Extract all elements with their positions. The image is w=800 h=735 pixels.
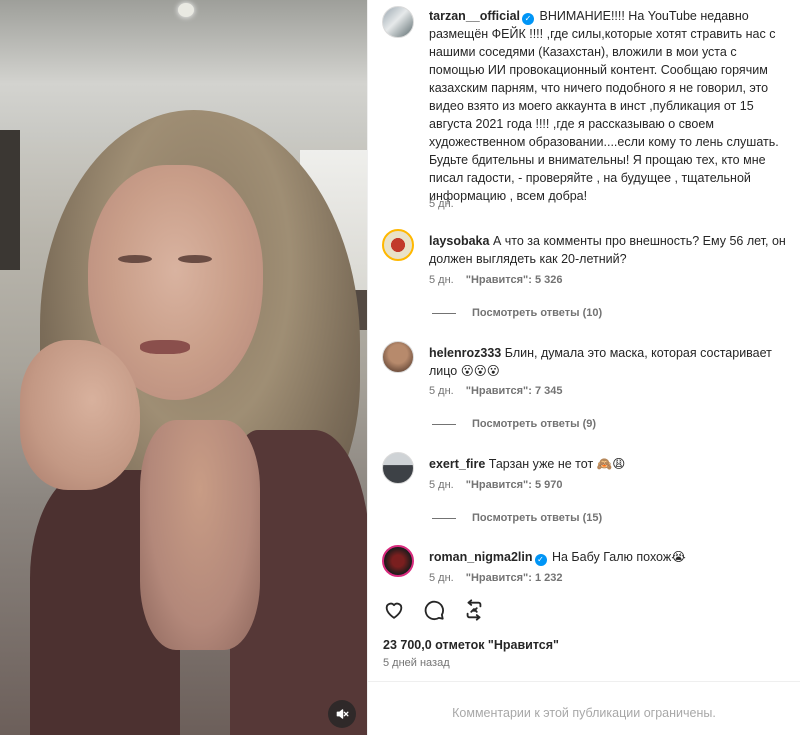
verified-badge-icon: ✓ (534, 554, 547, 566)
verified-badge-icon: ✓ (522, 13, 535, 25)
comment-username[interactable]: exert_fire (429, 457, 485, 471)
comment-time: 5 дн. (429, 274, 454, 286)
media-hand (20, 340, 140, 490)
view-replies-button[interactable]: Посмотреть ответы (10) (432, 307, 602, 319)
author-avatar[interactable] (382, 6, 414, 38)
comment-text: На Бабу Галю похож😭 (551, 550, 686, 564)
comment-icon (424, 600, 444, 621)
heart-icon (385, 602, 403, 619)
comment: laysobaka А что за комменты про внешност… (429, 232, 791, 268)
mute-button[interactable] (328, 700, 356, 728)
caption-text: ВНИМАНИЕ!!!! На YouTube недавно размещён… (429, 9, 779, 203)
repost-button[interactable] (462, 598, 486, 622)
comment-time: 5 дн. (429, 572, 454, 584)
commenter-avatar[interactable] (382, 341, 414, 373)
speaker-muted-icon (336, 709, 349, 719)
comment-time: 5 дн. (429, 385, 454, 397)
comment-username[interactable]: roman_nigma2lin (429, 550, 533, 564)
commenter-avatar[interactable] (382, 452, 414, 484)
media-mouth (140, 340, 190, 354)
comment-meta: 5 дн. "Нравится": 1 232 (429, 572, 563, 584)
replies-line (432, 517, 456, 519)
replies-line (432, 423, 456, 425)
comment-meta: 5 дн. "Нравится": 7 345 (429, 385, 563, 397)
comments-limited-notice: Комментарии к этой публикации ограничены… (452, 706, 716, 720)
view-replies-button[interactable]: Посмотреть ответы (9) (432, 418, 596, 430)
view-replies-label: Посмотреть ответы (10) (472, 307, 603, 319)
comment-text: Тарзан уже не тот 🙈😩 (488, 457, 626, 471)
view-replies-label: Посмотреть ответы (15) (472, 512, 603, 524)
comment-time: 5 дн. (429, 479, 454, 491)
like-button[interactable] (382, 598, 406, 622)
media-chest (140, 420, 260, 650)
caption-time-label: 5 дн. (429, 198, 454, 210)
comment-meta: 5 дн. "Нравится": 5 326 (429, 274, 563, 286)
post-actions (382, 598, 486, 622)
footer-divider (368, 681, 800, 682)
post-date: 5 дней назад (383, 657, 450, 669)
repost-icon (466, 599, 482, 621)
view-replies-button[interactable]: Посмотреть ответы (15) (432, 512, 602, 524)
comment: helenroz333 Блин, думала это маска, кото… (429, 344, 791, 380)
commenter-avatar[interactable] (382, 229, 414, 261)
replies-line (432, 312, 456, 314)
comment-likes[interactable]: "Нравится": 5 970 (466, 479, 563, 491)
commenter-avatar[interactable] (382, 545, 414, 577)
author-username[interactable]: tarzan__official (429, 9, 520, 23)
post-media[interactable] (0, 0, 368, 735)
comment-button[interactable] (422, 598, 446, 622)
comment-thread: tarzan__official ✓ ВНИМАНИЕ!!!! На YouTub… (368, 0, 800, 590)
comment-username[interactable]: helenroz333 (429, 346, 501, 360)
caption-time: 5 дн. (429, 198, 454, 210)
comment: roman_nigma2lin ✓ На Бабу Галю похож😭 (429, 548, 791, 566)
comment-username[interactable]: laysobaka (429, 234, 489, 248)
media-door-frame (0, 130, 20, 270)
likes-count[interactable]: 23 700,0 отметок "Нравится" (383, 638, 559, 652)
comment-likes[interactable]: "Нравится": 5 326 (466, 274, 563, 286)
comment-meta: 5 дн. "Нравится": 5 970 (429, 479, 563, 491)
comment-likes[interactable]: "Нравится": 7 345 (466, 385, 563, 397)
comment-likes[interactable]: "Нравится": 1 232 (466, 572, 563, 584)
view-replies-label: Посмотреть ответы (9) (472, 418, 597, 430)
media-ceiling-lamp (178, 3, 194, 17)
media-eye-right (178, 255, 212, 263)
comments-panel: tarzan__official ✓ ВНИМАНИЕ!!!! На YouTub… (368, 0, 800, 735)
post-caption: tarzan__official ✓ ВНИМАНИЕ!!!! На YouTub… (429, 7, 791, 205)
comment: exert_fire Тарзан уже не тот 🙈😩 (429, 455, 791, 473)
media-eye-left (118, 255, 152, 263)
